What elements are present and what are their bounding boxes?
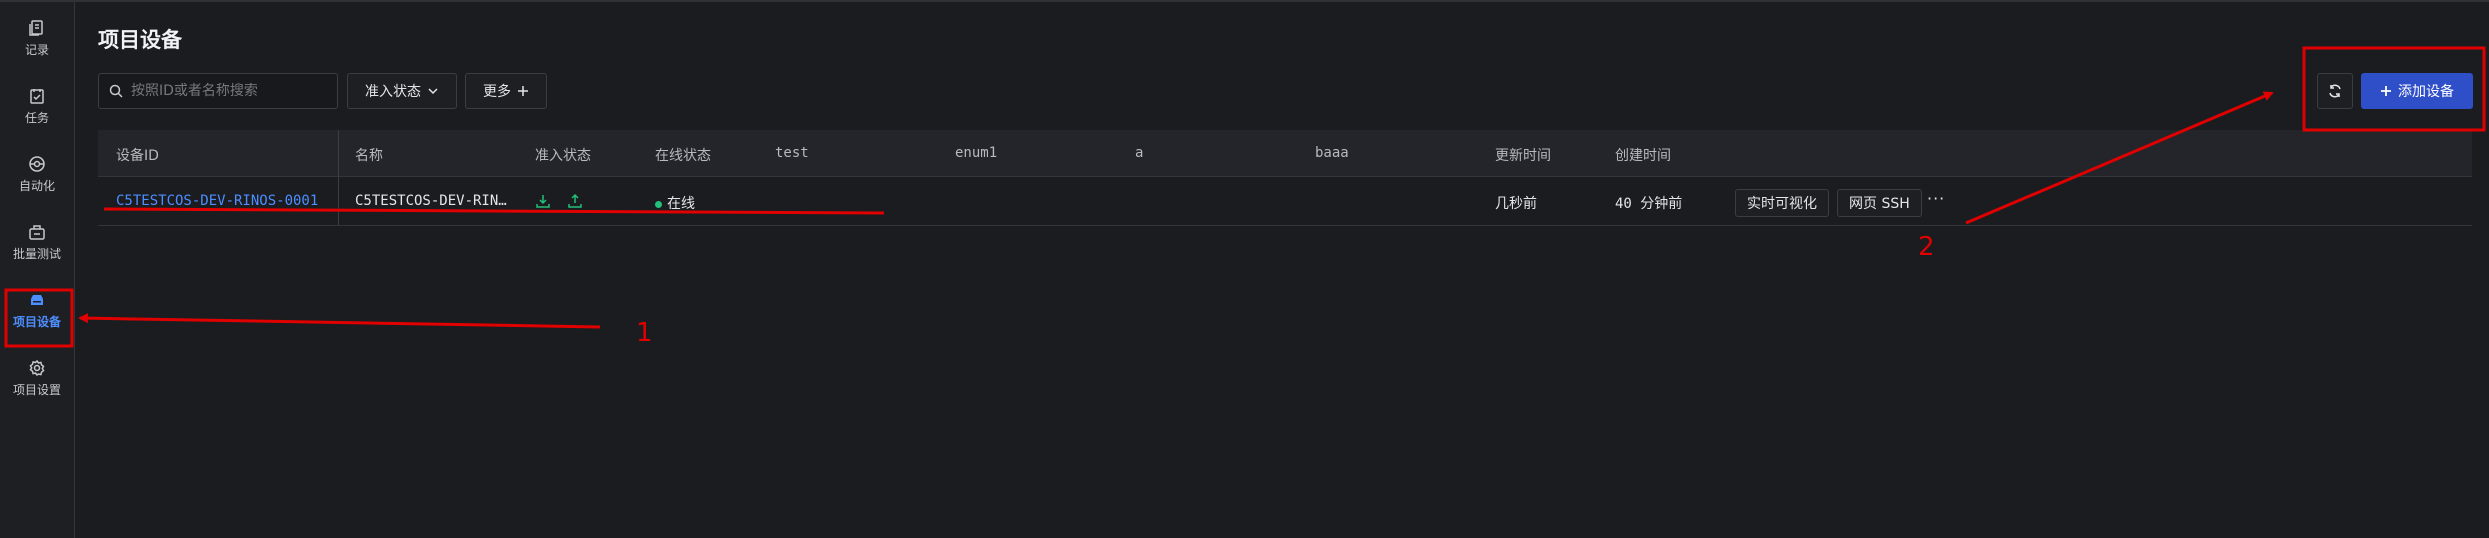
table-row[interactable]: C5TESTCOS-DEV-RINOS-0001 C5TESTCOS-DEV-R…	[98, 177, 2472, 226]
sidebar-item-label: 记录	[24, 42, 49, 57]
arrow-1	[78, 313, 601, 329]
search-icon	[109, 84, 123, 98]
search-box[interactable]	[98, 73, 338, 109]
upload-icon	[568, 193, 582, 208]
sidebar-item-label: 批量测试	[12, 246, 61, 261]
page-title: 项目设备	[98, 28, 182, 52]
gear-icon	[29, 359, 45, 376]
realtime-visualize-button[interactable]: 实时可视化	[1735, 189, 1829, 217]
row-more-icon[interactable]: ···	[1927, 189, 1945, 208]
web-ssh-button[interactable]: 网页 SSH	[1837, 189, 1922, 217]
sidebar-item-records[interactable]: 记录	[0, 10, 74, 66]
sidebar-item-tasks[interactable]: 任务	[0, 78, 74, 134]
sidebar-item-settings[interactable]: 项目设置	[0, 350, 74, 406]
refresh-icon	[2329, 84, 2341, 98]
column-header-device-id[interactable]: 设备ID	[116, 145, 159, 165]
plus-icon	[518, 86, 528, 96]
sidebar: 记录 任务 自动化 批量测试 项目设备 项目设置	[0, 2, 75, 538]
created-time: 40 分钟前	[1615, 196, 1683, 212]
updated-time: 几秒前	[1495, 196, 1537, 212]
column-header-updated[interactable]: 更新时间	[1495, 145, 1551, 165]
sidebar-item-automation[interactable]: 自动化	[0, 146, 74, 202]
annotation-label-2: 2	[1918, 232, 1935, 262]
automation-icon	[29, 155, 45, 172]
batch-test-icon	[29, 224, 45, 240]
sidebar-item-label: 项目设备	[12, 314, 61, 329]
add-device-button[interactable]: 添加设备	[2361, 73, 2473, 109]
column-header-name[interactable]: 名称	[355, 145, 383, 165]
online-dot	[655, 200, 662, 208]
column-header-baaa[interactable]: baaa	[1315, 145, 1349, 161]
refresh-button[interactable]	[2317, 73, 2353, 109]
sidebar-item-batch-test[interactable]: 批量测试	[0, 214, 74, 270]
sidebar-item-label: 任务	[24, 110, 49, 125]
top-border	[0, 0, 2489, 2]
device-id-link[interactable]: C5TESTCOS-DEV-RINOS-0001	[116, 193, 318, 209]
column-header-test[interactable]: test	[775, 145, 809, 161]
records-icon	[29, 19, 43, 36]
annotation-label-1: 1	[636, 318, 653, 348]
admission-status-filter[interactable]: 准入状态	[347, 73, 457, 109]
column-header-a[interactable]: a	[1135, 145, 1143, 161]
sidebar-item-label: 项目设置	[12, 382, 61, 397]
more-label: 更多	[483, 84, 511, 100]
chevron-down-icon	[428, 88, 438, 95]
column-header-created[interactable]: 创建时间	[1615, 145, 1671, 165]
devices-icon	[31, 294, 43, 305]
tasks-icon	[30, 88, 44, 104]
table-header: 设备ID 名称 准入状态 在线状态 test enum1 a baaa 更新时间…	[98, 130, 2472, 177]
column-header-enum1[interactable]: enum1	[955, 145, 997, 161]
plus-icon	[2381, 86, 2391, 96]
add-device-label: 添加设备	[2398, 84, 2454, 100]
column-header-online[interactable]: 在线状态	[655, 145, 711, 165]
online-status: 在线	[655, 193, 695, 213]
column-header-admission[interactable]: 准入状态	[535, 145, 591, 165]
search-input[interactable]	[129, 82, 323, 100]
device-name: C5TESTCOS-DEV-RIN…	[355, 193, 507, 209]
more-filters-button[interactable]: 更多	[465, 73, 547, 109]
filter-label: 准入状态	[365, 84, 421, 100]
sidebar-item-devices[interactable]: 项目设备	[0, 282, 74, 338]
sidebar-item-label: 自动化	[18, 178, 55, 193]
download-icon	[536, 195, 550, 208]
online-status-label: 在线	[667, 196, 695, 212]
